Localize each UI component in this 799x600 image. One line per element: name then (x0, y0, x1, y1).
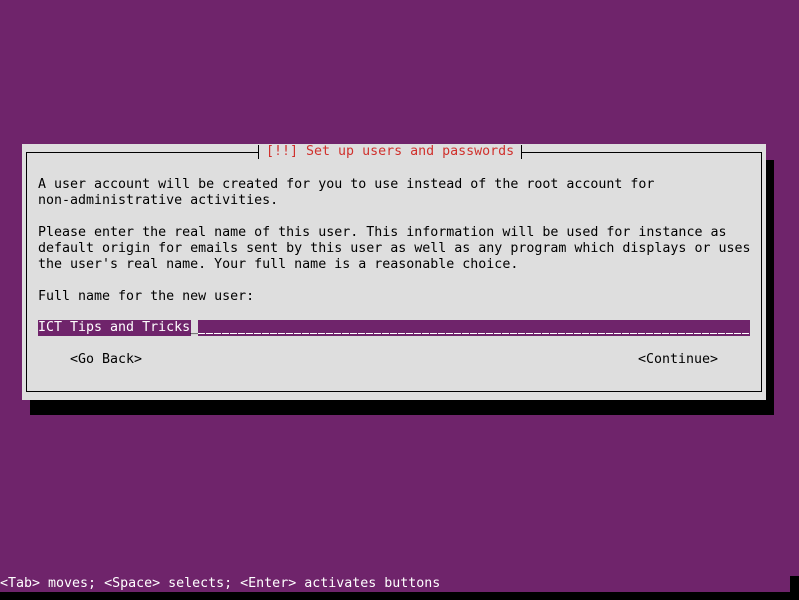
go-back-button[interactable]: <Go Back> (70, 352, 142, 368)
full-name-input[interactable]: ICT Tips and Tricks _ (38, 320, 750, 336)
info-line-2: default origin for emails sent by this u… (38, 241, 751, 256)
text-cursor: _ (190, 320, 199, 335)
full-name-value[interactable]: ICT Tips and Tricks (38, 320, 192, 336)
corner-block (790, 576, 799, 600)
intro-line-1: A user account will be created for you t… (38, 177, 655, 192)
dialog-title: [!!] Set up users and passwords (258, 144, 523, 160)
continue-button[interactable]: <Continue> (638, 352, 718, 368)
info-line-3: the user's real name. Your full name is … (38, 257, 519, 272)
dialog-shadow-bottom (30, 400, 774, 415)
info-line-1: Please enter the real name of this user.… (38, 225, 727, 240)
input-empty-area[interactable] (198, 320, 750, 336)
status-bar-hint: <Tab> moves; <Space> selects; <Enter> ac… (0, 576, 441, 591)
intro-line-2: non-administrative activities. (38, 193, 279, 208)
dialog-shadow-right (766, 160, 774, 415)
bottom-bar (0, 592, 799, 600)
full-name-label: Full name for the new user: (38, 289, 255, 304)
setup-users-dialog: [!!] Set up users and passwords A user a… (22, 144, 766, 400)
